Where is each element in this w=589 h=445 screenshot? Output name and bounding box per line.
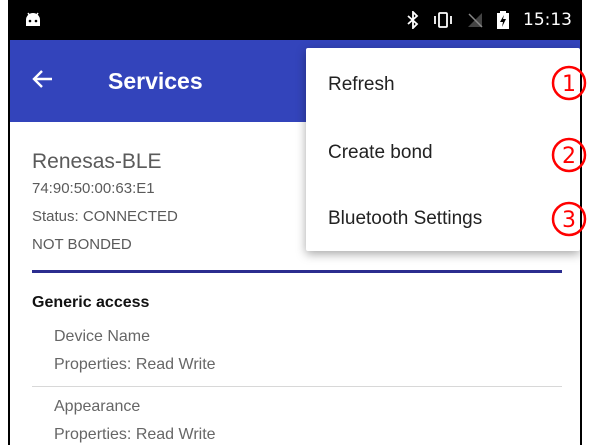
- device-name: Renesas-BLE: [32, 150, 162, 173]
- screenshot-frame: 15:13 Services Renesas-BLE 74:90:50:00:6…: [0, 0, 589, 445]
- annotation-badge-3: 3: [551, 201, 587, 237]
- bluetooth-icon: [407, 11, 419, 29]
- annotation-badge-2: 2: [551, 137, 587, 173]
- connection-status: Status: CONNECTED: [32, 208, 178, 225]
- android-icon: [24, 12, 42, 32]
- arrow-left-icon[interactable]: [32, 68, 54, 94]
- characteristic-properties: Properties: Read Write: [54, 356, 216, 373]
- vibrate-icon: [433, 12, 453, 28]
- svg-text:3: 3: [562, 208, 576, 233]
- annotation-badge-1: 1: [551, 65, 587, 101]
- menu-item-bluetooth-settings[interactable]: Bluetooth Settings: [328, 208, 482, 230]
- battery-charging-icon: [497, 11, 509, 29]
- page-title: Services: [108, 68, 203, 94]
- list-divider: [32, 386, 562, 387]
- characteristic-properties: Properties: Read Write: [54, 426, 216, 443]
- characteristic-name[interactable]: Device Name: [54, 328, 150, 346]
- no-sim-icon: [467, 12, 483, 28]
- status-bar: 15:13: [10, 0, 580, 40]
- status-time: 15:13: [523, 10, 572, 30]
- phone-screen: 15:13 Services Renesas-BLE 74:90:50:00:6…: [8, 0, 582, 445]
- menu-item-create-bond[interactable]: Create bond: [328, 142, 433, 164]
- device-address: 74:90:50:00:63:E1: [32, 180, 155, 197]
- bond-state: NOT BONDED: [32, 236, 132, 253]
- svg-text:1: 1: [562, 72, 576, 97]
- service-title[interactable]: Generic access: [32, 294, 149, 312]
- menu-item-refresh[interactable]: Refresh: [328, 74, 395, 96]
- section-divider: [32, 270, 562, 273]
- overflow-menu: Refresh Create bond Bluetooth Settings: [306, 48, 580, 251]
- characteristic-name[interactable]: Appearance: [54, 398, 140, 416]
- svg-text:2: 2: [562, 144, 576, 169]
